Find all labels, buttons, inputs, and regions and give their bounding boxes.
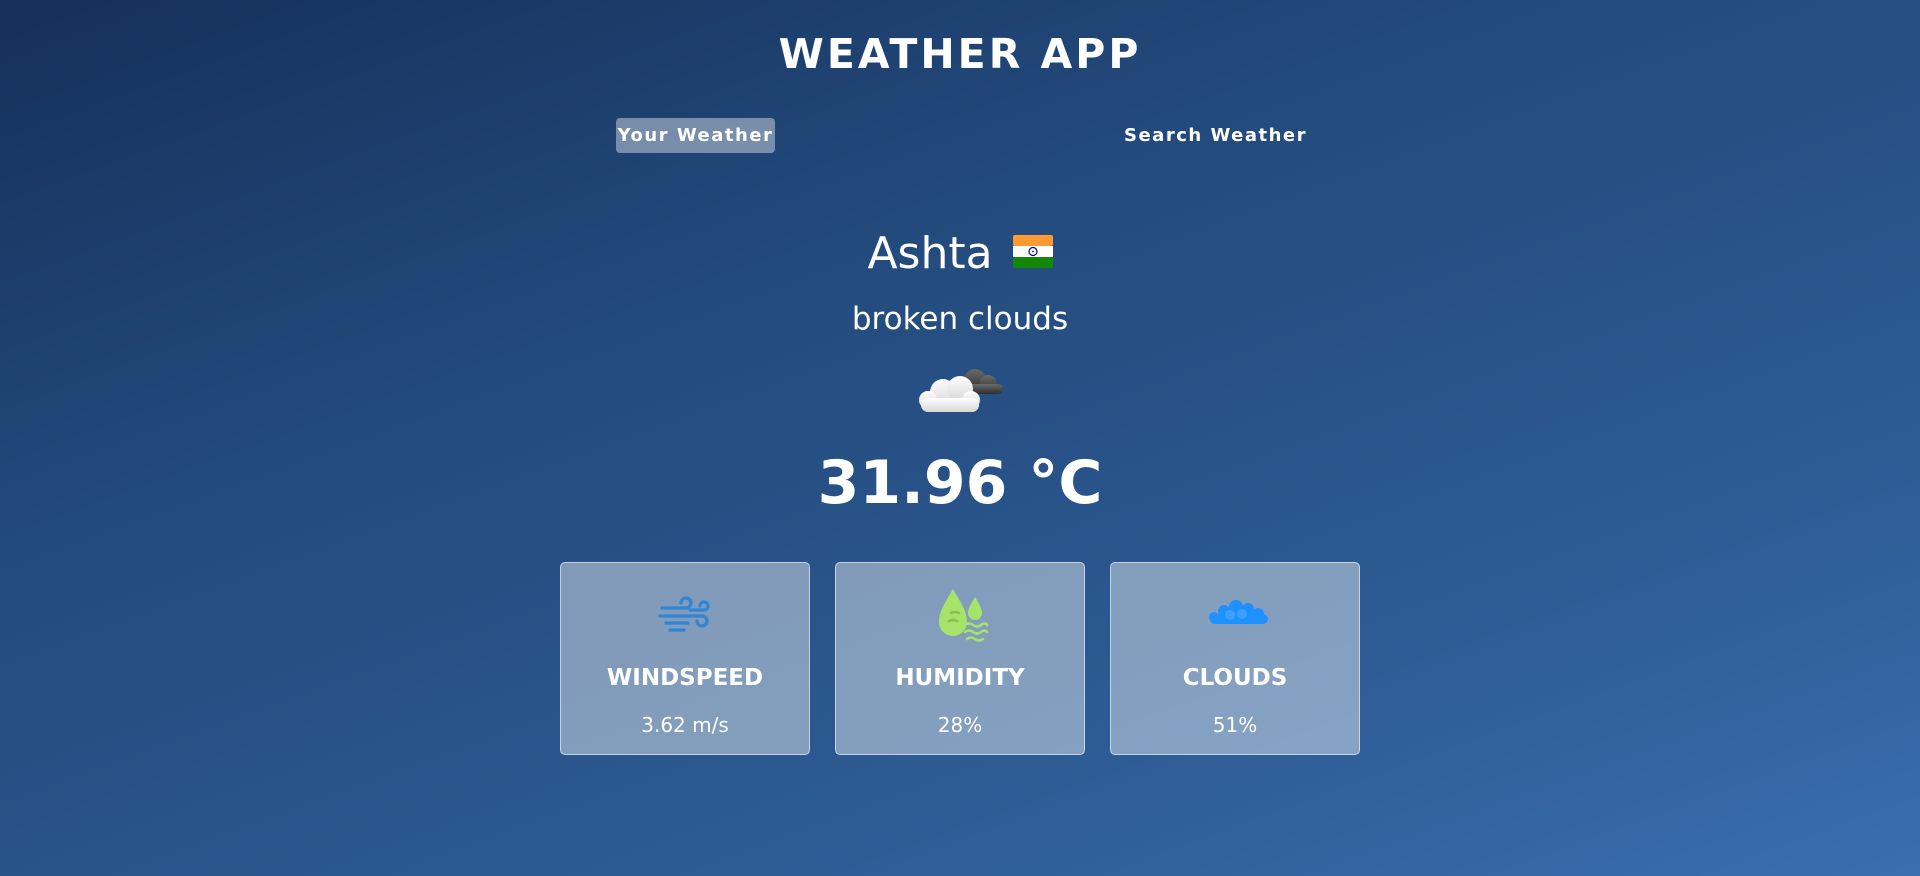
windspeed-value: 3.62 m/s	[641, 713, 729, 737]
humidity-label: HUMIDITY	[895, 665, 1025, 691]
temperature: 31.96 °C	[817, 448, 1103, 518]
clouds-value: 51%	[1212, 713, 1258, 737]
clouds-label: CLOUDS	[1182, 665, 1288, 691]
weather-description: broken clouds	[851, 301, 1069, 337]
humidity-card: HUMIDITY 28%	[835, 562, 1085, 755]
windspeed-card: WINDSPEED 3.62 m/s	[560, 562, 810, 755]
tab-search-weather[interactable]: Search Weather	[1124, 118, 1306, 153]
humidity-drop-icon	[931, 585, 991, 645]
clouds-card: CLOUDS 51%	[1110, 562, 1360, 755]
wind-icon	[656, 585, 716, 645]
location-heading: Ashta	[0, 228, 1920, 279]
broken-clouds-icon	[913, 362, 1009, 418]
india-flag-icon	[1012, 234, 1053, 268]
app-title: WEATHER APP	[778, 30, 1142, 78]
clouds-icon	[1206, 585, 1268, 645]
tab-your-weather[interactable]: Your Weather	[616, 118, 775, 153]
humidity-value: 28%	[937, 713, 983, 737]
windspeed-label: WINDSPEED	[606, 665, 764, 691]
city-name: Ashta	[867, 228, 993, 279]
